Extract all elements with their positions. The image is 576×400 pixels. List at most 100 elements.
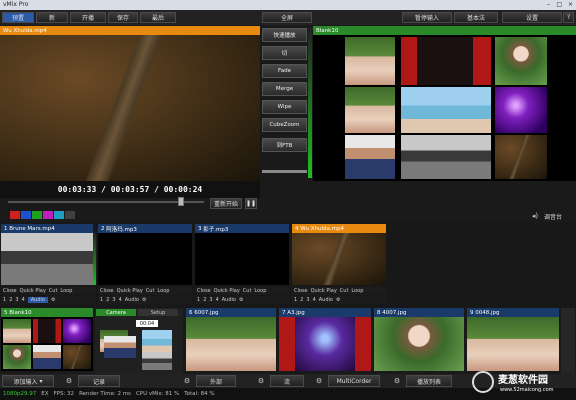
multicorder-button[interactable]: MultiCorder xyxy=(328,375,380,387)
speaker-icon[interactable]: ◂) xyxy=(530,212,540,220)
gear-icon[interactable]: ⚙ xyxy=(142,297,146,303)
help-button[interactable]: ? xyxy=(563,12,574,23)
gear-icon[interactable]: ⚙ xyxy=(51,297,55,303)
source-4-header[interactable]: 4 Wu Xhulda.mp4 xyxy=(292,224,386,233)
tbar-slider[interactable] xyxy=(262,170,307,173)
pause-input-button[interactable]: 暂停输入 xyxy=(402,12,452,23)
fullscreen-button[interactable]: 全屏 xyxy=(262,12,312,23)
source-5-header[interactable]: 5 Blank10 xyxy=(1,308,93,317)
overlay-4-button[interactable]: 4 xyxy=(313,297,316,303)
overlay-2-button[interactable]: 2 xyxy=(300,297,303,303)
fade-button[interactable]: Fade xyxy=(262,64,307,78)
new-button[interactable]: 新 xyxy=(36,12,68,23)
gear-icon[interactable]: ⚙ xyxy=(390,375,404,387)
source-5-thumbnail[interactable] xyxy=(1,317,93,371)
cubezoom-button[interactable]: CubeZoom xyxy=(262,118,307,132)
scrollbar[interactable] xyxy=(561,308,575,374)
stream-button[interactable]: 流 xyxy=(270,375,304,387)
last-button[interactable]: 最后 xyxy=(140,12,176,23)
minimize-icon[interactable]: – xyxy=(547,1,550,8)
gear-icon[interactable]: ⚙ xyxy=(336,297,340,303)
overlay-4-button[interactable]: 4 xyxy=(22,297,25,303)
source-7-header[interactable]: 7 A3.jpg xyxy=(279,308,371,317)
overlay-2-button[interactable]: 2 xyxy=(203,297,206,303)
source-9-thumbnail[interactable] xyxy=(467,317,559,371)
source-8-thumbnail[interactable] xyxy=(374,317,464,371)
restart-button[interactable]: 重新开始 xyxy=(210,198,242,209)
add-input-button[interactable]: 添加输入 ▾ xyxy=(2,375,54,387)
source-1-thumbnail[interactable] xyxy=(1,233,93,285)
quick-play-button[interactable]: 快速播放 xyxy=(262,28,307,42)
seek-handle[interactable] xyxy=(178,197,184,206)
source-3-header[interactable]: 3 影子.mp3 xyxy=(195,224,289,233)
source-7-thumbnail[interactable] xyxy=(279,317,371,371)
gear-icon[interactable]: ⚙ xyxy=(239,297,243,303)
source-9-header[interactable]: 9 0048.jpg xyxy=(467,308,559,317)
playlist-button[interactable]: 播放列表 xyxy=(406,375,452,387)
source-1-header[interactable]: 1 Brune Mars.mp4 xyxy=(1,224,93,233)
loop-control[interactable]: Loop xyxy=(60,288,72,294)
loop-control[interactable]: Loop xyxy=(254,288,266,294)
cut-control[interactable]: Cut xyxy=(146,288,155,294)
source-4-thumbnail[interactable] xyxy=(292,233,386,285)
source-2-header[interactable]: 2 阿洛玛.mp3 xyxy=(98,224,192,233)
cut-control[interactable]: Cut xyxy=(49,288,58,294)
camera-thumb[interactable] xyxy=(142,352,172,370)
basic-button[interactable]: 基本法 xyxy=(454,12,498,23)
maximize-icon[interactable]: □ xyxy=(556,1,562,8)
external-button[interactable]: 外部 xyxy=(196,375,236,387)
close-control[interactable]: Close xyxy=(3,288,17,294)
loop-control[interactable]: Loop xyxy=(351,288,363,294)
gear-icon[interactable]: ⚙ xyxy=(62,375,76,387)
setup-tab[interactable]: Setup xyxy=(138,309,178,316)
overlay-2-button[interactable]: 2 xyxy=(106,297,109,303)
overlay-1-button[interactable]: 1 xyxy=(3,297,6,303)
gear-icon[interactable]: ⚙ xyxy=(312,375,326,387)
audio-button[interactable]: Audio xyxy=(27,297,48,303)
camera-thumb[interactable] xyxy=(104,336,136,358)
record-button[interactable]: 记录 xyxy=(78,375,120,387)
ftb-button[interactable]: 到FTB xyxy=(262,138,307,152)
merge-button[interactable]: Merge xyxy=(262,82,307,96)
color-tag-green[interactable] xyxy=(32,211,42,219)
overlay-3-button[interactable]: 3 xyxy=(15,297,18,303)
settings-button[interactable]: 设置 xyxy=(502,12,562,23)
color-tag-cyan[interactable] xyxy=(54,211,64,219)
quick-play-control[interactable]: Quick Play xyxy=(311,288,337,294)
seek-bar[interactable] xyxy=(8,201,204,203)
overlay-3-button[interactable]: 3 xyxy=(112,297,115,303)
source-6-thumbnail[interactable] xyxy=(186,317,276,371)
camera-thumb[interactable] xyxy=(142,330,172,352)
source-8-header[interactable]: 8 4007.jpg xyxy=(374,308,464,317)
quick-play-control[interactable]: Quick Play xyxy=(214,288,240,294)
close-icon[interactable]: × xyxy=(568,1,573,8)
wipe-button[interactable]: Wipe xyxy=(262,100,307,114)
close-control[interactable]: Close xyxy=(294,288,308,294)
close-control[interactable]: Close xyxy=(197,288,211,294)
source-6-header[interactable]: 6 6007.jpg xyxy=(186,308,276,317)
overlay-3-button[interactable]: 3 xyxy=(306,297,309,303)
save-button[interactable]: 保存 xyxy=(108,12,138,23)
audio-button[interactable]: Audio xyxy=(319,297,333,303)
camera-tab[interactable]: Camera xyxy=(96,309,136,316)
quick-play-control[interactable]: Quick Play xyxy=(20,288,46,294)
cut-button[interactable]: 切 xyxy=(262,46,307,60)
gear-icon[interactable]: ⚙ xyxy=(254,375,268,387)
preset-button[interactable]: 预置 xyxy=(2,12,34,23)
overlay-4-button[interactable]: 4 xyxy=(119,297,122,303)
close-control[interactable]: Close xyxy=(100,288,114,294)
overlay-1-button[interactable]: 1 xyxy=(197,297,200,303)
cut-control[interactable]: Cut xyxy=(340,288,349,294)
time-field[interactable]: 00:04 xyxy=(136,320,158,327)
audio-button[interactable]: Audio xyxy=(125,297,139,303)
audio-mixer-label[interactable]: 调音台 xyxy=(544,212,574,221)
color-tag-red[interactable] xyxy=(10,211,20,219)
overlay-1-button[interactable]: 1 xyxy=(100,297,103,303)
overlay-2-button[interactable]: 2 xyxy=(9,297,12,303)
quick-play-control[interactable]: Quick Play xyxy=(117,288,143,294)
audio-button[interactable]: Audio xyxy=(222,297,236,303)
color-tag-gray[interactable] xyxy=(65,211,75,219)
loop-control[interactable]: Loop xyxy=(157,288,169,294)
cut-control[interactable]: Cut xyxy=(243,288,252,294)
color-tag-blue[interactable] xyxy=(21,211,31,219)
